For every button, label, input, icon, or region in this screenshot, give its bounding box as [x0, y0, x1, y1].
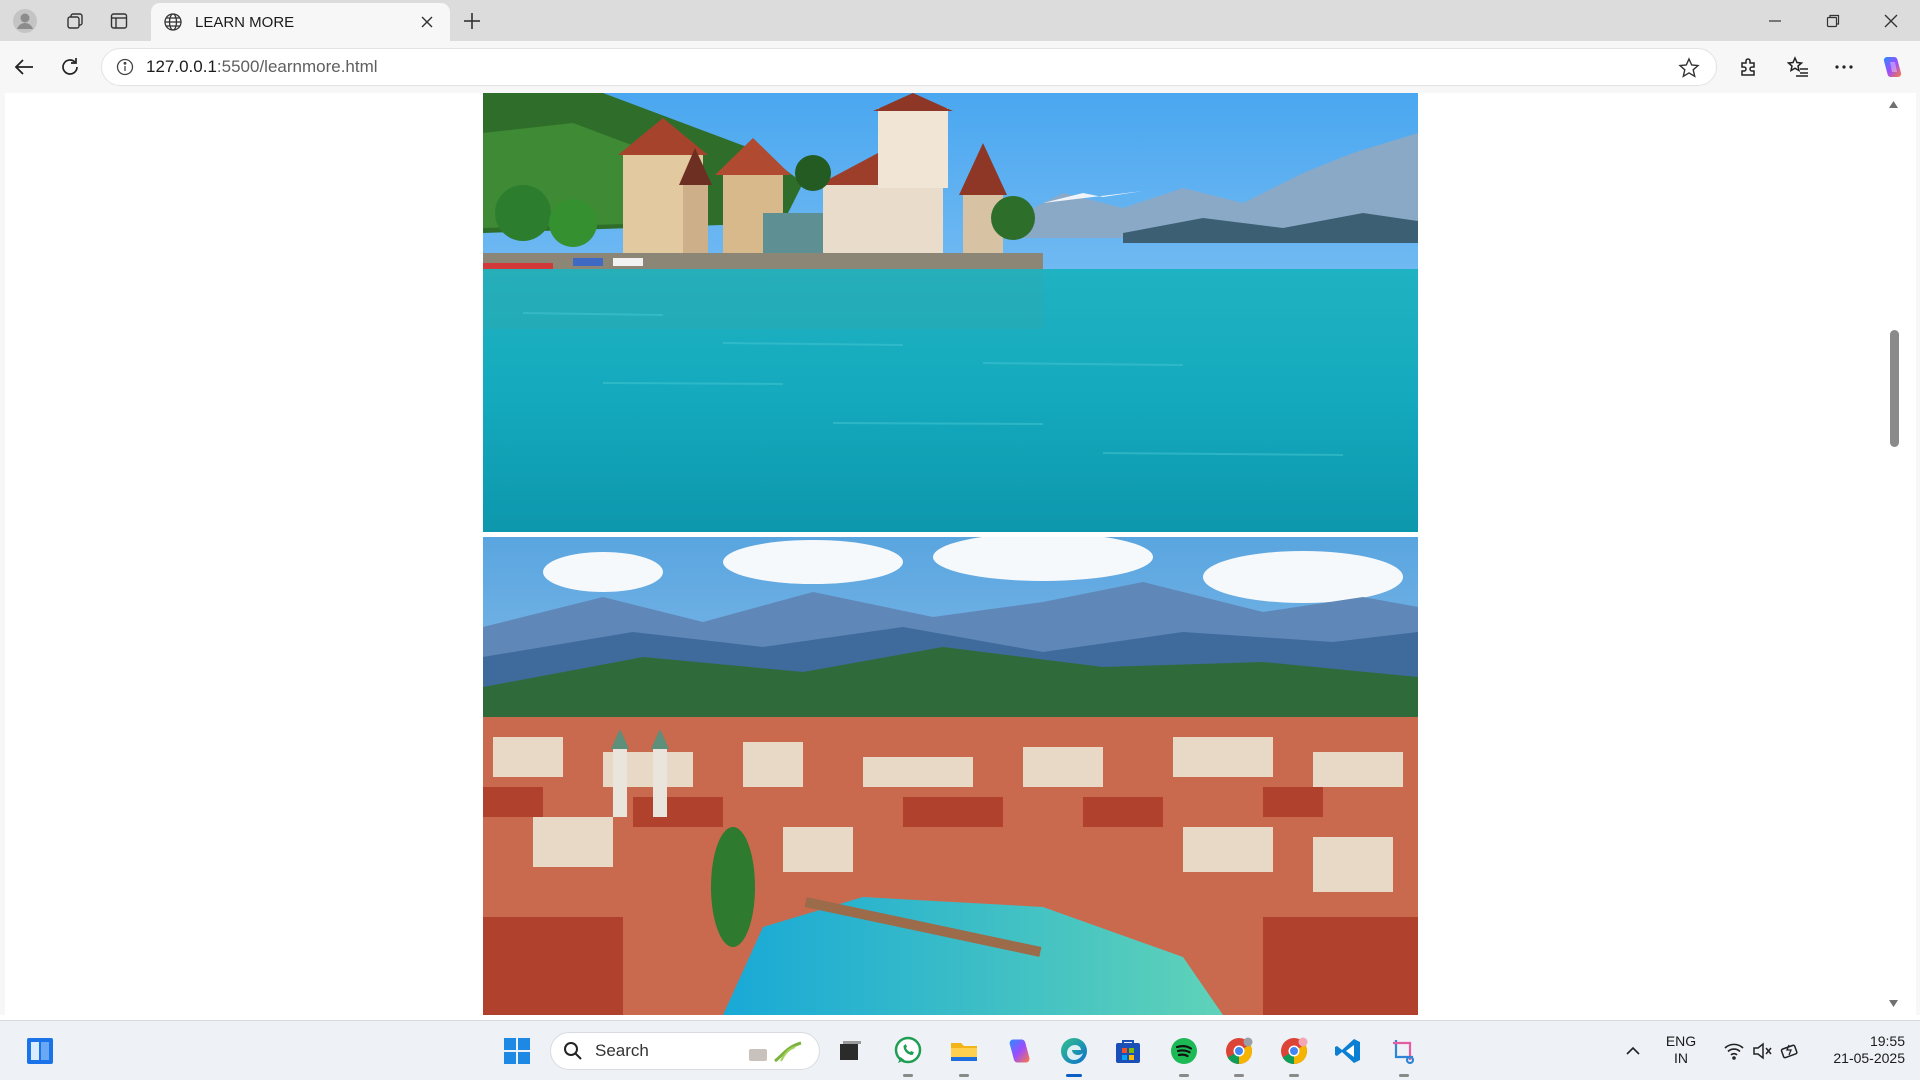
tab-actions-icon: [110, 13, 128, 29]
workspaces-icon: [67, 13, 83, 29]
running-indicator: [1399, 1074, 1409, 1077]
back-button[interactable]: [6, 50, 42, 84]
workspaces-button[interactable]: [57, 5, 93, 37]
vertical-scrollbar[interactable]: [1886, 93, 1901, 1015]
lake-castle-photo: [483, 93, 1418, 532]
puzzle-icon: [1741, 58, 1755, 76]
edge-icon: [1061, 1038, 1087, 1064]
clock[interactable]: 19:55 21-05-2025: [1815, 1033, 1905, 1067]
scrollbar-thumb[interactable]: [1890, 330, 1899, 447]
extensions-button[interactable]: [1731, 50, 1767, 84]
copilot-app-button[interactable]: [999, 1031, 1039, 1071]
site-info-button[interactable]: [106, 48, 144, 86]
favorites-button[interactable]: [1780, 50, 1816, 84]
spotify-icon: [1171, 1038, 1197, 1064]
scroll-up-icon[interactable]: [1888, 99, 1899, 110]
url-text: 127.0.0.1:5500/learnmore.html: [146, 57, 378, 77]
task-view-icon: [840, 1041, 861, 1060]
window-frame-right: [1916, 93, 1920, 1015]
favorite-button[interactable]: [1672, 51, 1706, 85]
store-icon: [1116, 1040, 1140, 1063]
widgets-button[interactable]: [20, 1031, 60, 1071]
chevron-up-icon: [1626, 1046, 1640, 1055]
new-tab-button[interactable]: [454, 5, 490, 37]
favorites-list-icon: [1787, 56, 1808, 77]
running-indicator: [959, 1074, 969, 1077]
wifi-icon: [1724, 1043, 1744, 1060]
refresh-button[interactable]: [52, 50, 88, 84]
minimize-button[interactable]: [1747, 0, 1803, 41]
address-bar[interactable]: 127.0.0.1:5500/learnmore.html: [101, 48, 1717, 86]
quick-settings-button[interactable]: [1707, 1031, 1817, 1071]
arrow-left-icon: [14, 59, 33, 75]
running-indicator: [1066, 1074, 1082, 1077]
language-indicator[interactable]: ENG IN: [1656, 1033, 1706, 1067]
vertical-tabs-button[interactable]: [101, 5, 137, 37]
snipping-tool-icon: [1393, 1040, 1415, 1065]
copilot-button[interactable]: [1874, 50, 1910, 84]
plus-icon: [464, 13, 480, 29]
settings-more-button[interactable]: [1826, 50, 1862, 84]
search-highlight-icon: [749, 1041, 802, 1063]
city-river-photo: [483, 537, 1418, 1015]
chrome-icon: [1226, 1037, 1253, 1065]
info-icon: [116, 58, 134, 76]
clock-time: 19:55: [1869, 1033, 1905, 1049]
copilot-icon: [1009, 1039, 1030, 1063]
url-host: 127.0.0.1: [146, 57, 217, 76]
star-icon: [1678, 57, 1700, 78]
battery-icon: [1780, 1044, 1798, 1059]
close-icon: [421, 16, 433, 28]
globe-icon: [164, 13, 182, 31]
windows-taskbar: Search ENG IN 19:55 21-05-2025: [0, 1020, 1920, 1080]
clock-date: 21-05-2025: [1833, 1050, 1905, 1066]
profile-button[interactable]: [7, 5, 43, 37]
snipping-tool-button[interactable]: [1384, 1031, 1424, 1077]
file-explorer-button[interactable]: [944, 1031, 984, 1077]
more-icon: [1835, 65, 1853, 69]
task-view-button[interactable]: [830, 1031, 870, 1071]
restore-icon: [1826, 14, 1840, 27]
whatsapp-icon: [894, 1036, 922, 1064]
page-viewport[interactable]: [5, 93, 1901, 1015]
whatsapp-button[interactable]: [888, 1031, 928, 1077]
widgets-icon: [27, 1038, 53, 1064]
start-button[interactable]: [497, 1031, 537, 1071]
volume-muted-icon: [1753, 1042, 1772, 1060]
restore-button[interactable]: [1805, 0, 1861, 41]
vscode-button[interactable]: [1328, 1031, 1368, 1071]
chrome-button[interactable]: [1219, 1031, 1259, 1077]
search-icon: [564, 1042, 582, 1060]
show-hidden-icons-button[interactable]: [1613, 1031, 1653, 1071]
browser-toolbar: 127.0.0.1:5500/learnmore.html: [0, 41, 1920, 93]
taskbar-search[interactable]: Search: [550, 1032, 820, 1070]
chrome-profile-button[interactable]: [1274, 1031, 1314, 1077]
running-indicator: [1179, 1074, 1189, 1077]
tab-close-button[interactable]: [416, 11, 438, 33]
tab-learn-more[interactable]: LEARN MORE: [151, 3, 450, 41]
close-icon: [1884, 14, 1898, 27]
windows-logo-icon: [504, 1038, 530, 1064]
search-label: Search: [595, 1041, 649, 1060]
scroll-down-icon[interactable]: [1888, 998, 1899, 1009]
copilot-icon: [1883, 57, 1902, 77]
edge-button[interactable]: [1054, 1031, 1094, 1077]
tab-title: LEARN MORE: [195, 13, 295, 31]
refresh-icon: [62, 58, 78, 75]
region-code: IN: [1674, 1050, 1688, 1066]
running-indicator: [1234, 1074, 1244, 1077]
folder-icon: [951, 1043, 977, 1061]
running-indicator: [903, 1074, 913, 1077]
running-indicator: [1289, 1074, 1299, 1077]
close-window-button[interactable]: [1863, 0, 1919, 41]
chrome-icon: [1281, 1037, 1308, 1065]
profile-icon: [13, 9, 37, 33]
url-path: :5500/learnmore.html: [216, 57, 378, 76]
vscode-icon: [1335, 1039, 1360, 1063]
store-button[interactable]: [1108, 1031, 1148, 1071]
title-bar: LEARN MORE: [0, 0, 1920, 41]
spotify-button[interactable]: [1164, 1031, 1204, 1077]
minimize-icon: [1769, 19, 1781, 22]
language-code: ENG: [1665, 1033, 1697, 1049]
